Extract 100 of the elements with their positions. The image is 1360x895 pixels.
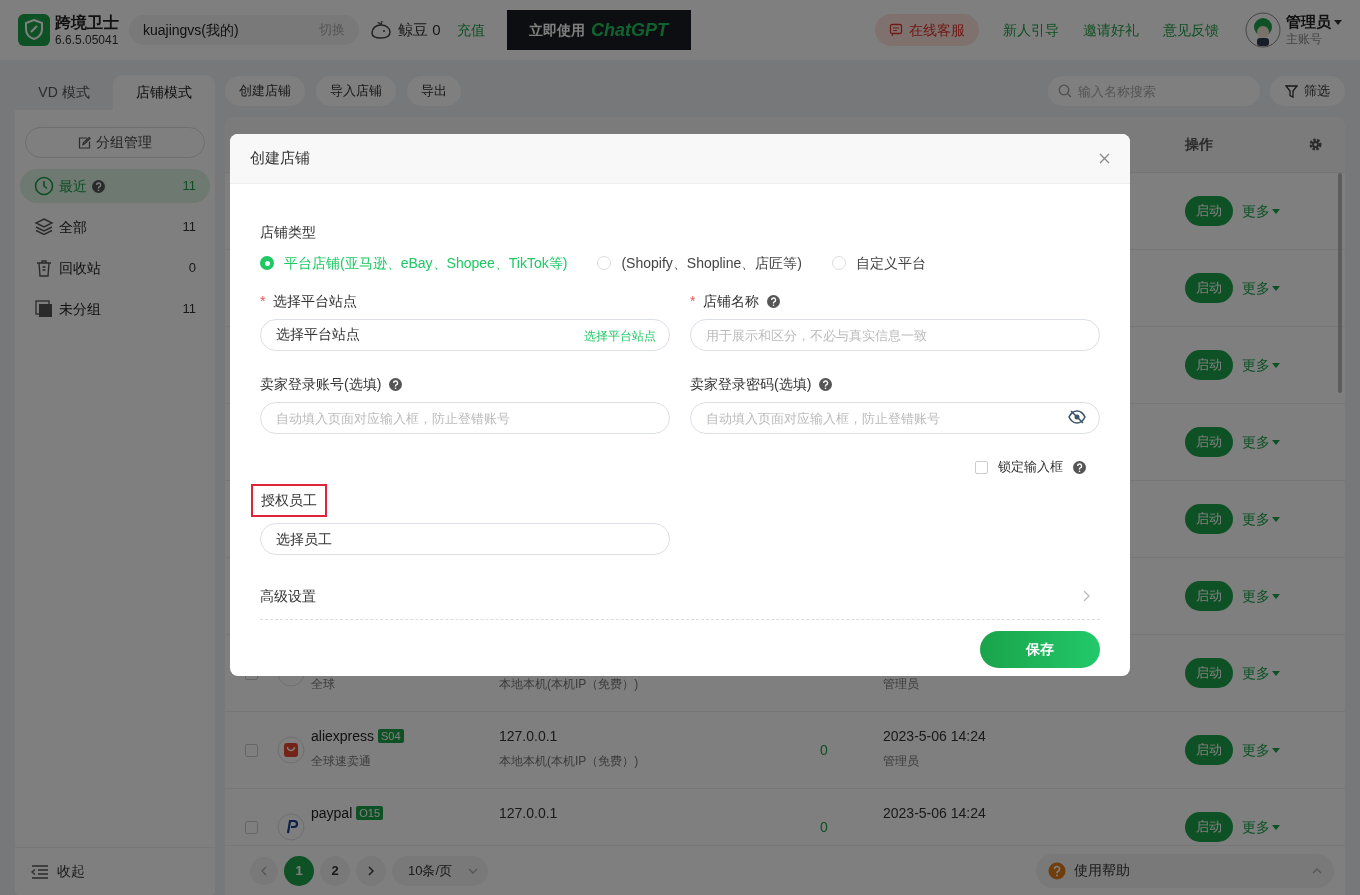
owner-name: 管理员 (883, 753, 920, 770)
column-header: 操作 (1185, 135, 1213, 154)
chevron-left-icon (261, 865, 267, 876)
field-label: 授权员工 (251, 484, 327, 517)
store-platform: 全球 (311, 676, 335, 693)
avatar-icon (1245, 12, 1281, 48)
more-dropdown[interactable]: 更多 (1242, 662, 1280, 684)
trash-icon (34, 258, 54, 278)
edit-icon (78, 136, 91, 149)
proxy-type: 本地本机(本机IP（免费）) (499, 753, 640, 770)
launch-button[interactable]: 启动 (1185, 735, 1233, 765)
field-label: 卖家登录账号(选填) (260, 374, 382, 394)
launch-button[interactable]: 启动 (1185, 504, 1233, 534)
open-count: 0 (820, 740, 828, 760)
lock-checkbox[interactable] (975, 460, 988, 474)
launch-button[interactable]: 启动 (1185, 273, 1233, 303)
stacked-squares-icon (34, 299, 54, 319)
launch-button[interactable]: 启动 (1185, 658, 1233, 688)
open-count: 0 (820, 817, 828, 837)
online-service-button[interactable]: 在线客服 (875, 14, 979, 46)
store-tag: S04 (378, 729, 404, 743)
more-dropdown[interactable]: 更多 (1242, 200, 1280, 222)
settings-icon (1308, 137, 1323, 152)
store-type-radio[interactable]: 平台店铺(亚马逊、eBay、Shopee、TikTok等) (260, 252, 568, 274)
proxy-ip: 127.0.0.1 (499, 803, 558, 823)
field-label: 选择平台站点 (273, 291, 358, 311)
filter-icon (1285, 84, 1298, 98)
more-dropdown[interactable]: 更多 (1242, 739, 1280, 761)
help-button[interactable]: 使用帮助 (1036, 853, 1334, 888)
more-dropdown[interactable]: 更多 (1242, 431, 1280, 453)
caret-icon (1272, 670, 1280, 676)
recharge-link[interactable]: 充值 (456, 19, 485, 41)
caret-icon (1272, 593, 1280, 599)
collapse-button[interactable]: 收起 (15, 847, 215, 895)
search-icon (1058, 84, 1072, 98)
help-icon (1073, 460, 1086, 474)
proxy-type: 本地本机(本机IP（免费）) (499, 676, 640, 693)
toolbar-button[interactable]: 创建店铺 (225, 76, 305, 106)
chat-icon (889, 23, 903, 37)
bean-balance: 鲸豆 0 (398, 19, 441, 40)
more-dropdown[interactable]: 更多 (1242, 816, 1280, 838)
field-label: 店铺名称 (703, 291, 760, 311)
store-type-radio[interactable]: 自定义平台 (831, 252, 926, 274)
row-checkbox[interactable] (244, 743, 258, 757)
more-dropdown[interactable]: 更多 (1242, 508, 1280, 530)
app-name: 跨境卫士 (55, 12, 119, 33)
close-icon (1099, 153, 1110, 164)
previous-page-button[interactable] (250, 856, 278, 885)
group-count: 11 (182, 300, 196, 319)
more-dropdown[interactable]: 更多 (1242, 585, 1280, 607)
app-version: 6.6.5.05041 (55, 32, 119, 48)
text-input[interactable]: 自动填入页面对应输入框，防止登错账号 (260, 402, 670, 434)
text-input[interactable]: 自动填入页面对应输入框，防止登错账号 (690, 402, 1100, 434)
mode-tab[interactable]: 店铺模式 (113, 75, 215, 110)
nav-link[interactable]: 新人引导 (1003, 19, 1059, 41)
launch-button[interactable]: 启动 (1185, 427, 1233, 457)
chevron-right-icon (368, 865, 374, 876)
row-checkbox[interactable] (244, 820, 258, 834)
launch-button[interactable]: 启动 (1185, 350, 1233, 380)
launch-button[interactable]: 启动 (1185, 196, 1233, 226)
group-item[interactable]: 全部 11 (20, 210, 210, 244)
chevron-up-icon (1312, 867, 1322, 874)
store-name[interactable]: paypal (311, 802, 353, 824)
store-logo-icon (277, 736, 305, 764)
next-page-button[interactable] (356, 855, 386, 886)
nav-link[interactable]: 意见反馈 (1163, 19, 1219, 41)
group-item[interactable]: 回收站 0 (20, 251, 210, 285)
created-time: 2023-5-06 14:24 (883, 726, 986, 746)
page-button[interactable]: 1 (284, 855, 314, 886)
store-tag: O15 (356, 806, 384, 820)
caret-icon (1272, 439, 1280, 445)
caret-icon (1334, 20, 1342, 25)
required-mark: * (690, 291, 696, 311)
save-button[interactable]: 保存 (980, 631, 1100, 668)
more-dropdown[interactable]: 更多 (1242, 354, 1280, 376)
ad-banner[interactable]: 立即使用 ChatGPT (506, 10, 691, 50)
caret-icon (1272, 285, 1280, 291)
page-size-select[interactable]: 10条/页 (392, 855, 488, 886)
whale-icon (369, 18, 393, 42)
toolbar-button[interactable]: 导出 (407, 76, 461, 106)
launch-button[interactable]: 启动 (1185, 581, 1233, 611)
caret-icon (1272, 208, 1280, 214)
advanced-settings-row[interactable]: 高级设置 (260, 579, 1100, 620)
filter-button[interactable]: 筛选 (1270, 76, 1345, 106)
mode-tab[interactable]: VD 模式 (15, 75, 113, 110)
nav-link[interactable]: 邀请好礼 (1083, 19, 1139, 41)
caret-icon (1272, 362, 1280, 368)
launch-button[interactable]: 启动 (1185, 812, 1233, 842)
group-item[interactable]: 最近 11 (20, 169, 210, 203)
page-button[interactable]: 2 (320, 855, 350, 886)
group-count: 11 (182, 218, 196, 237)
user-name[interactable]: 管理员 (1286, 13, 1331, 32)
toolbar-button[interactable]: 导入店铺 (316, 76, 396, 106)
store-name[interactable]: aliexpress (311, 725, 375, 747)
proxy-ip: 127.0.0.1 (499, 726, 558, 746)
group-item[interactable]: 未分组 11 (20, 292, 210, 326)
clock-icon (34, 176, 54, 196)
select-site-link[interactable]: 选择平台站点 (584, 327, 656, 345)
store-type-radio[interactable]: (Shopify、Shopline、店匠等) (597, 252, 802, 274)
more-dropdown[interactable]: 更多 (1242, 277, 1280, 299)
